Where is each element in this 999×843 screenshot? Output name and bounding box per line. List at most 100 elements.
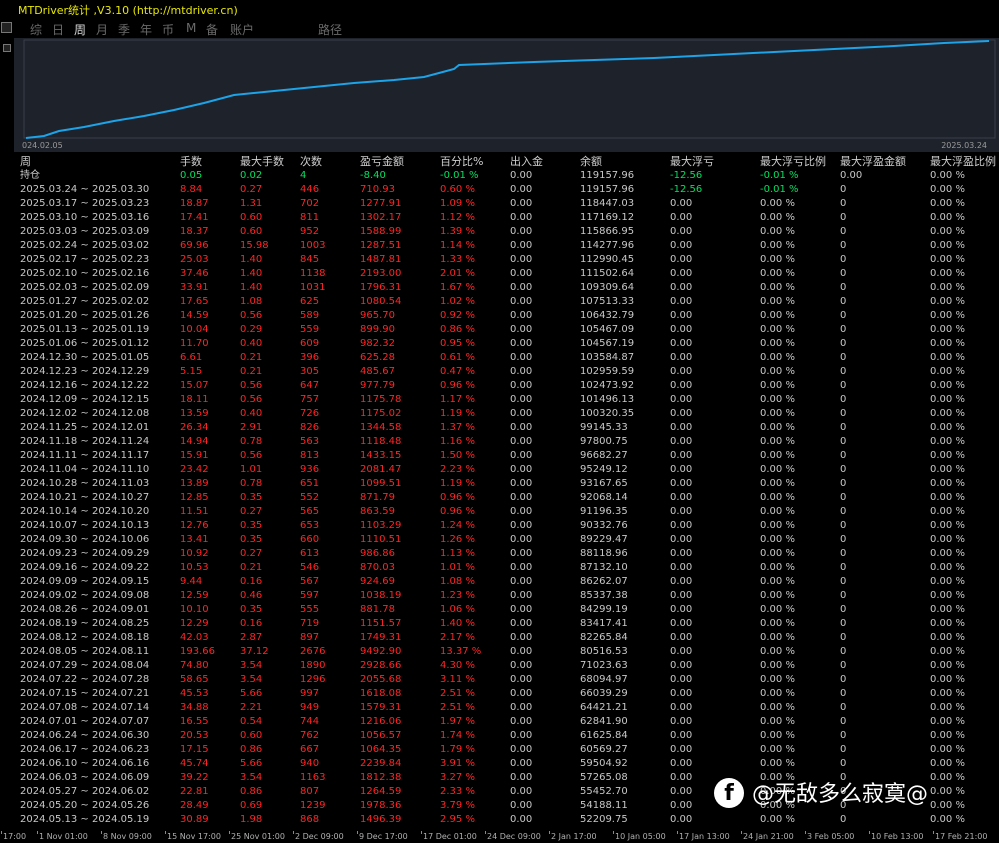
table-cell: 813 bbox=[300, 450, 320, 461]
table-cell: 667 bbox=[300, 744, 320, 755]
table-cell: 1.50 % bbox=[440, 450, 475, 461]
table-cell: 0.00 % bbox=[760, 380, 795, 391]
table-cell: 0.00 % bbox=[930, 702, 965, 713]
axis-label: 2 Jan 17:00 bbox=[551, 832, 597, 841]
column-header[interactable]: 盈亏金额 bbox=[360, 155, 404, 169]
tab-1[interactable]: 日 bbox=[52, 21, 64, 38]
table-cell: 651 bbox=[300, 478, 320, 489]
table-cell: 1.09 % bbox=[440, 198, 475, 209]
tab-6[interactable]: 币 bbox=[162, 21, 174, 38]
table-cell: 0.00 bbox=[510, 450, 533, 461]
column-header[interactable]: 最大浮亏比例 bbox=[760, 155, 826, 169]
table-cell: 0 bbox=[840, 296, 847, 307]
equity-line bbox=[25, 40, 990, 139]
table-cell: 0.00 % bbox=[930, 296, 965, 307]
table-cell: 0.00 bbox=[670, 310, 693, 321]
watermark-text: @无敌多么寂寞@ bbox=[752, 782, 929, 807]
column-header[interactable]: 最大浮盈金额 bbox=[840, 155, 906, 169]
table-cell: 2024.12.23 ~ 2024.12.29 bbox=[20, 366, 150, 377]
table-row: 2024.06.24 ~ 2024.06.30 20.53 0.60 762 1056.… bbox=[20, 729, 999, 743]
tab-10[interactable]: 路径 bbox=[318, 21, 342, 38]
tab-9[interactable]: 账户 bbox=[230, 21, 254, 38]
table-cell: 0.00 bbox=[670, 478, 693, 489]
table-cell: 0 bbox=[840, 282, 847, 293]
table-cell: 1890 bbox=[300, 660, 326, 671]
table-cell: 1080.54 bbox=[360, 296, 402, 307]
table-cell: 1749.31 bbox=[360, 632, 402, 643]
tab-8[interactable]: 备 bbox=[206, 21, 218, 38]
table-cell: 555 bbox=[300, 604, 320, 615]
table-row: 2024.09.02 ~ 2024.09.08 12.59 0.46 597 1038.… bbox=[20, 589, 999, 603]
table-cell: 114277.96 bbox=[580, 240, 635, 251]
table-cell: 1618.08 bbox=[360, 688, 402, 699]
table-cell: 0 bbox=[840, 184, 847, 195]
tab-5[interactable]: 年 bbox=[140, 21, 152, 38]
table-cell: 60569.27 bbox=[580, 744, 628, 755]
table-cell: 744 bbox=[300, 716, 320, 727]
table-cell: 0.00 % bbox=[930, 758, 965, 769]
table-cell: 305 bbox=[300, 366, 320, 377]
table-cell: 12.85 bbox=[180, 492, 209, 503]
table-cell: 863.59 bbox=[360, 506, 395, 517]
table-cell: 0 bbox=[840, 226, 847, 237]
table-cell: 2024.11.04 ~ 2024.11.10 bbox=[20, 464, 150, 475]
table-cell: 2025.02.24 ~ 2025.03.02 bbox=[20, 240, 150, 251]
axis-label: 3 Feb 05:00 bbox=[807, 832, 855, 841]
table-row: 2025.02.03 ~ 2025.02.09 33.91 1.40 1031 1796… bbox=[20, 281, 999, 295]
table-cell: 0.00 bbox=[670, 730, 693, 741]
tab-4[interactable]: 季 bbox=[118, 21, 130, 38]
table-cell: 0.00 bbox=[670, 296, 693, 307]
column-header[interactable]: 次数 bbox=[300, 155, 322, 169]
table-cell: 18.11 bbox=[180, 394, 209, 405]
table-cell: 0.21 bbox=[240, 352, 263, 363]
axis-tick bbox=[165, 831, 166, 834]
column-header[interactable]: 最大浮亏 bbox=[670, 155, 714, 169]
column-header[interactable]: 最大手数 bbox=[240, 155, 284, 169]
table-cell: 936 bbox=[300, 464, 320, 475]
table-cell: 0.00 bbox=[510, 814, 533, 825]
table-cell: 1496.39 bbox=[360, 814, 402, 825]
table-cell: 0.78 bbox=[240, 478, 263, 489]
column-header[interactable]: 手数 bbox=[180, 155, 202, 169]
column-header[interactable]: 出入金 bbox=[510, 155, 543, 169]
toolbar-icon[interactable] bbox=[1, 22, 12, 33]
table-cell: 0.00 % bbox=[760, 618, 795, 629]
table-cell: 2024.11.25 ~ 2024.12.01 bbox=[20, 422, 150, 433]
chart-frame bbox=[23, 39, 996, 139]
table-cell: 0.00 bbox=[670, 562, 693, 573]
table-cell: 0.00 bbox=[670, 814, 693, 825]
table-cell: 2024.12.02 ~ 2024.12.08 bbox=[20, 408, 150, 419]
table-cell: 74.80 bbox=[180, 660, 209, 671]
tab-0[interactable]: 综 bbox=[30, 21, 42, 38]
table-cell: 119157.96 bbox=[580, 170, 635, 181]
table-cell: 1110.51 bbox=[360, 534, 402, 545]
table-cell: 0 bbox=[840, 338, 847, 349]
table-row: 2024.06.10 ~ 2024.06.16 45.74 5.66 940 2239.… bbox=[20, 757, 999, 771]
table-cell: 0.00 bbox=[510, 492, 533, 503]
table-cell: 2024.07.08 ~ 2024.07.14 bbox=[20, 702, 150, 713]
table-cell: 0.00 % bbox=[930, 618, 965, 629]
toolbar-small-icon[interactable] bbox=[3, 44, 11, 52]
tab-7[interactable]: M bbox=[186, 21, 196, 35]
column-header[interactable]: 最大浮盈比例 bbox=[930, 155, 996, 169]
chart-start-label: 024.02.05 bbox=[22, 141, 63, 150]
table-cell: 0.00 % bbox=[930, 590, 965, 601]
tab-2[interactable]: 周 bbox=[74, 21, 86, 38]
column-header[interactable]: 周 bbox=[20, 155, 31, 169]
tab-3[interactable]: 月 bbox=[96, 21, 108, 38]
table-cell: 0 bbox=[840, 380, 847, 391]
table-row: 2024.06.17 ~ 2024.06.23 17.15 0.86 667 1064.… bbox=[20, 743, 999, 757]
column-header[interactable]: 余额 bbox=[580, 155, 602, 169]
table-cell: 1579.31 bbox=[360, 702, 402, 713]
table-cell: 0.00 % bbox=[760, 590, 795, 601]
table-cell: 0.00 % bbox=[760, 436, 795, 447]
table-cell: 0.00 bbox=[510, 800, 533, 811]
table-cell: 0.05 bbox=[180, 170, 203, 181]
column-header[interactable]: 百分比% bbox=[440, 155, 483, 169]
table-row: 2024.08.19 ~ 2024.08.25 12.29 0.16 719 1151.… bbox=[20, 617, 999, 631]
table-cell: 0.60 bbox=[240, 730, 263, 741]
table-cell: 102473.92 bbox=[580, 380, 635, 391]
table-cell: 0.00 bbox=[510, 366, 533, 377]
table-cell: 80516.53 bbox=[580, 646, 628, 657]
table-cell: 0.00 % bbox=[760, 632, 795, 643]
